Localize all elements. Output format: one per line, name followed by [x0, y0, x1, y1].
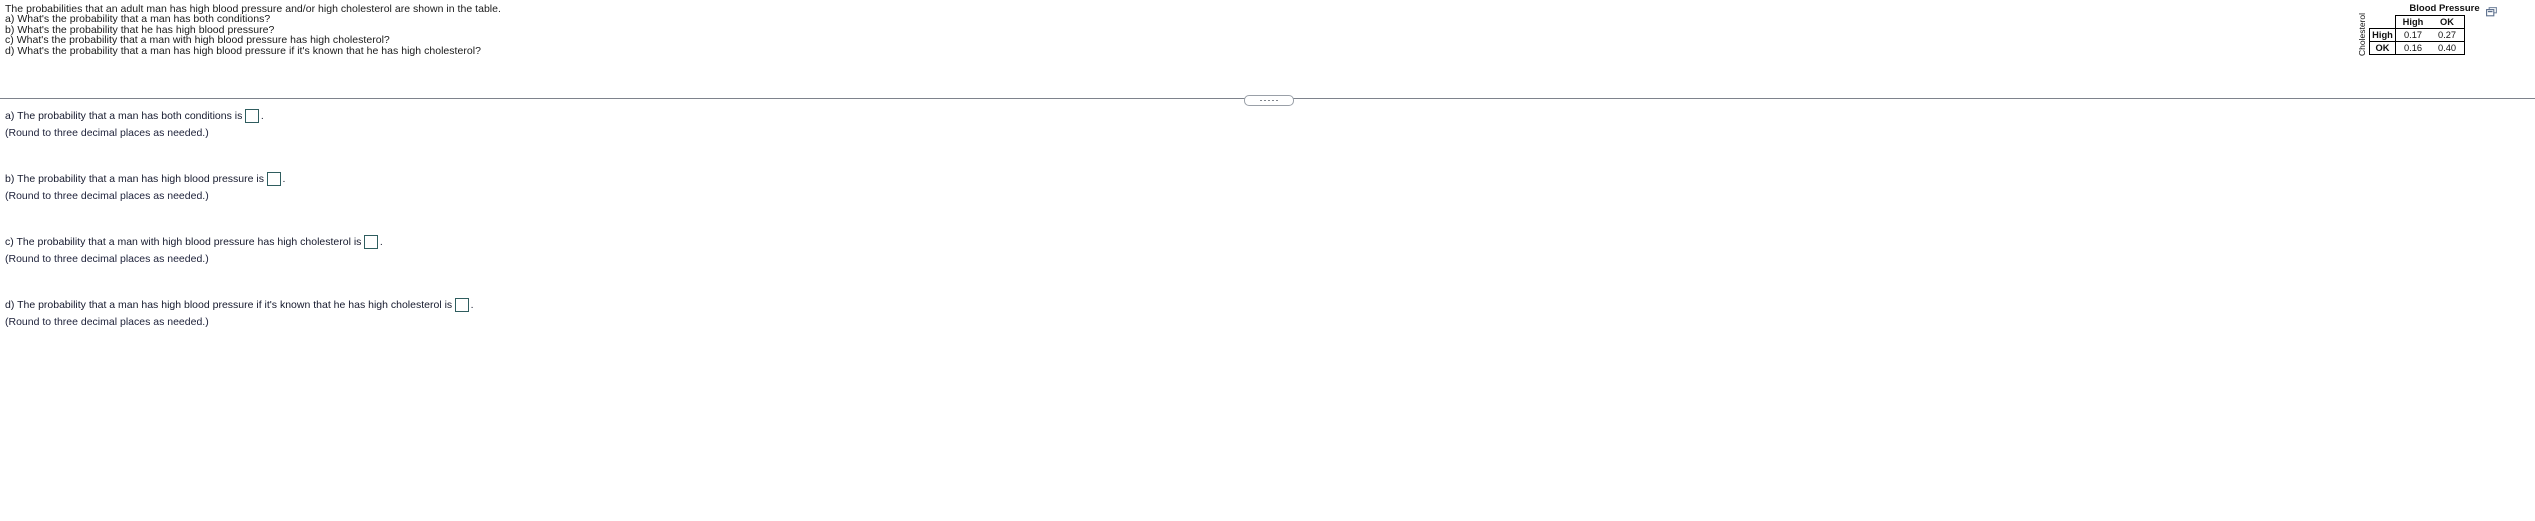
table-corner-cell	[2370, 16, 2396, 29]
column-header-ok: OK	[2430, 15, 2465, 29]
answer-prompt-b: b) The probability that a man has high b…	[5, 172, 264, 185]
cholesterol-axis-label: Cholesterol	[2357, 13, 2367, 57]
probability-table-figure: Cholesterol Blood Pressure High OK High …	[2356, 2, 2531, 62]
blood-pressure-title: Blood Pressure	[2409, 3, 2480, 14]
row-header-ok: OK	[2369, 41, 2396, 55]
probability-table: High OK High 0.17 0.27 OK 0.16 0.40	[2369, 15, 2465, 55]
divider-drag-handle[interactable]	[1244, 95, 1294, 106]
pane-divider[interactable]	[0, 95, 2535, 109]
row-header-high: High	[2369, 28, 2396, 42]
answer-block-a: a) The probability that a man has both c…	[5, 109, 264, 140]
answer-period-a: .	[260, 109, 264, 122]
cell-ok-ok: 0.40	[2430, 41, 2465, 55]
handle-dot	[1272, 99, 1274, 102]
problem-line-intro: The probabilities that an adult man has …	[5, 3, 501, 15]
table-row: High 0.17 0.27	[2369, 28, 2465, 42]
copy-icon[interactable]	[2485, 4, 2497, 16]
answer-input-b[interactable]	[266, 172, 281, 186]
round-note-a: (Round to three decimal places as needed…	[5, 127, 209, 139]
cell-high-high: 0.17	[2395, 28, 2430, 42]
answer-line-b: b) The probability that a man has high b…	[5, 172, 285, 186]
round-note-d: (Round to three decimal places as needed…	[5, 316, 209, 328]
answer-line-d: d) The probability that a man has high b…	[5, 298, 474, 312]
table-row: OK 0.16 0.40	[2369, 41, 2465, 55]
problem-line-d: d) What's the probability that a man has…	[5, 44, 481, 57]
answer-prompt-c: c) The probability that a man with high …	[5, 235, 362, 248]
problem-pane: The probabilities that an adult man has …	[0, 0, 2535, 95]
answer-input-c[interactable]	[364, 235, 379, 249]
round-note-c: (Round to three decimal places as needed…	[5, 253, 209, 265]
answer-input-d[interactable]	[455, 298, 470, 312]
answer-prompt-a: a) The probability that a man has both c…	[5, 109, 243, 122]
answer-input-a[interactable]	[245, 109, 260, 123]
table-header-row: High OK	[2370, 15, 2465, 29]
handle-dot	[1268, 99, 1270, 102]
problem-line-c: c) What's the probability that a man wit…	[5, 34, 390, 47]
column-header-high: High	[2395, 15, 2430, 29]
answer-prompt-d: d) The probability that a man has high b…	[5, 298, 453, 311]
answer-block-d: d) The probability that a man has high b…	[5, 298, 474, 329]
answer-period-b: .	[282, 172, 286, 185]
answer-line-a: a) The probability that a man has both c…	[5, 109, 264, 123]
answer-period-d: .	[470, 298, 474, 311]
problem-statement: The probabilities that an adult man has …	[5, 4, 2345, 56]
answer-pane: a) The probability that a man has both c…	[0, 109, 2535, 521]
handle-dot	[1276, 99, 1278, 102]
handle-dot	[1264, 99, 1266, 102]
cell-ok-high: 0.16	[2395, 41, 2430, 55]
blood-pressure-title-row: Blood Pressure	[2378, 2, 2528, 16]
answer-block-b: b) The probability that a man has high b…	[5, 172, 285, 203]
cell-high-ok: 0.27	[2430, 28, 2465, 42]
answer-period-c: .	[379, 235, 383, 248]
answer-line-c: c) The probability that a man with high …	[5, 235, 383, 249]
round-note-b: (Round to three decimal places as needed…	[5, 190, 209, 202]
answer-block-c: c) The probability that a man with high …	[5, 235, 383, 266]
problem-line-a: a) What's the probability that a man has…	[5, 13, 271, 26]
handle-dot	[1260, 99, 1262, 102]
